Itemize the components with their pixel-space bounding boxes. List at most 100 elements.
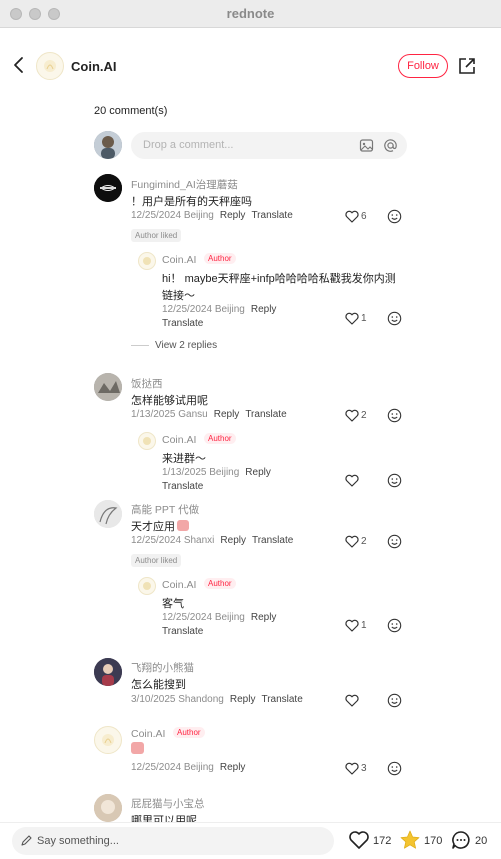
post-comment-count: 20 (475, 835, 488, 847)
reply-user-name[interactable]: Coin.AI (162, 579, 196, 591)
translate-button[interactable]: Translate (245, 409, 286, 420)
commenter-name[interactable]: Coin.AI (131, 728, 165, 740)
comment-date-location: 12/25/2024 Beijing (131, 762, 214, 773)
reply-button[interactable]: Reply (251, 304, 277, 315)
author-tag: Author (204, 433, 236, 444)
smile-icon[interactable] (387, 473, 402, 488)
my-avatar (94, 131, 122, 159)
post-like-count: 172 (373, 835, 392, 847)
smile-icon[interactable] (387, 618, 402, 633)
heart-icon[interactable] (345, 619, 359, 632)
reply-avatar[interactable] (138, 252, 156, 270)
share-icon[interactable] (457, 56, 477, 76)
heart-icon[interactable] (345, 535, 359, 548)
reply-button[interactable]: Reply (214, 409, 240, 420)
reply-date-location: 12/25/2024 Beijing (162, 612, 245, 623)
reply-button[interactable]: Reply (220, 535, 246, 546)
say-something-input[interactable]: Say something... (12, 827, 334, 855)
reply-user-name[interactable]: Coin.AI (162, 434, 196, 446)
reply-button[interactable]: Reply (230, 694, 256, 705)
heart-icon[interactable] (345, 409, 359, 422)
commenter-avatar[interactable] (94, 726, 122, 754)
author-tag: Author (173, 727, 205, 738)
like-count: 6 (361, 211, 367, 222)
author-tag: Author (204, 578, 236, 589)
comment-meta: 1/13/2025 Gansu Reply Translate (131, 409, 287, 420)
coin-logo-icon (102, 734, 114, 746)
image-icon[interactable] (359, 138, 374, 153)
reply-avatar[interactable] (138, 577, 156, 595)
post-header: Coin.AI Follow (0, 28, 501, 100)
commenter-name[interactable]: 飞翔的小熊猫 (131, 660, 194, 675)
author-name[interactable]: Coin.AI (71, 59, 117, 74)
comment-text: 天才应用 (131, 518, 189, 534)
translate-button[interactable]: Translate (261, 694, 302, 705)
follow-button[interactable]: Follow (398, 54, 448, 78)
comment-text: 怎样能够试用呢 (131, 395, 208, 407)
bottom-action-bar: Say something... 172 170 20 (0, 822, 501, 859)
reply-button[interactable]: Reply (220, 210, 246, 221)
coin-logo-icon (143, 437, 151, 445)
comments-count: 20 comment(s) (94, 105, 168, 117)
at-icon[interactable] (383, 138, 398, 153)
coin-logo-icon (44, 60, 56, 72)
commenter-avatar[interactable] (94, 174, 122, 202)
author-tag: Author (204, 253, 236, 264)
like-count: 1 (361, 620, 367, 631)
emoji-sticker (131, 742, 144, 754)
comment-date-location: 12/25/2024 Beijing (131, 210, 214, 221)
heart-icon[interactable] (345, 210, 359, 223)
divider (131, 345, 149, 346)
translate-button[interactable]: Translate (162, 318, 203, 329)
comment-text: ！用户是所有的天秤座吗 (131, 196, 252, 208)
commenter-avatar[interactable] (94, 373, 122, 401)
heart-icon[interactable] (345, 762, 359, 775)
author-avatar[interactable] (36, 52, 64, 80)
heart-icon[interactable] (348, 829, 370, 851)
commenter-avatar[interactable] (94, 658, 122, 686)
translate-button[interactable]: Translate (162, 481, 203, 492)
comment-text: 怎么能搜到 (131, 679, 186, 691)
heart-icon[interactable] (345, 474, 359, 487)
comment-input-placeholder: Drop a comment... (143, 139, 234, 151)
commenter-name[interactable]: 饭挞西 (131, 376, 163, 391)
smile-icon[interactable] (387, 534, 402, 549)
reply-text: 来进群～ (162, 453, 206, 465)
heart-icon[interactable] (345, 312, 359, 325)
star-icon[interactable] (399, 829, 421, 851)
reply-button[interactable]: Reply (220, 762, 246, 773)
commenter-name[interactable]: 屁屁猫与小宝总 (131, 796, 205, 811)
comment-date-location: 1/13/2025 Gansu (131, 409, 208, 420)
commenter-avatar[interactable] (94, 500, 122, 528)
comment-input[interactable]: Drop a comment... (131, 132, 407, 159)
reply-user-name[interactable]: Coin.AI (162, 254, 196, 266)
reply-avatar[interactable] (138, 432, 156, 450)
comment-date-location: 3/10/2025 Shandong (131, 694, 224, 705)
commenter-name[interactable]: Fungimind_AI治理蘑菇 (131, 177, 238, 192)
translate-button[interactable]: Translate (251, 210, 292, 221)
emoji-sticker (177, 520, 189, 531)
comment-bubble-icon[interactable] (450, 829, 472, 851)
smile-icon[interactable] (387, 311, 402, 326)
translate-button[interactable]: Translate (162, 626, 203, 637)
translate-button[interactable]: Translate (252, 535, 293, 546)
smile-icon[interactable] (387, 761, 402, 776)
heart-icon[interactable] (345, 694, 359, 707)
author-liked-badge: Author liked (131, 554, 182, 567)
reply-button[interactable]: Reply (245, 467, 271, 478)
comment-meta: 12/25/2024 Shanxi Reply Translate (131, 535, 293, 546)
back-icon[interactable] (10, 56, 28, 74)
comment-meta: 12/25/2024 Beijing Reply (131, 762, 245, 773)
commenter-avatar[interactable] (94, 794, 122, 822)
like-count: 2 (361, 536, 367, 547)
comment-meta: 3/10/2025 Shandong Reply Translate (131, 694, 303, 705)
commenter-name[interactable]: 高能 PPT 代做 (131, 502, 199, 517)
smile-icon[interactable] (387, 693, 402, 708)
say-something-placeholder: Say something... (37, 835, 119, 847)
like-count: 1 (361, 313, 367, 324)
reply-button[interactable]: Reply (251, 612, 277, 623)
smile-icon[interactable] (387, 209, 402, 224)
smile-icon[interactable] (387, 408, 402, 423)
view-replies-button[interactable]: View 2 replies (155, 340, 217, 351)
reply-date-location: 12/25/2024 Beijing (162, 304, 245, 315)
